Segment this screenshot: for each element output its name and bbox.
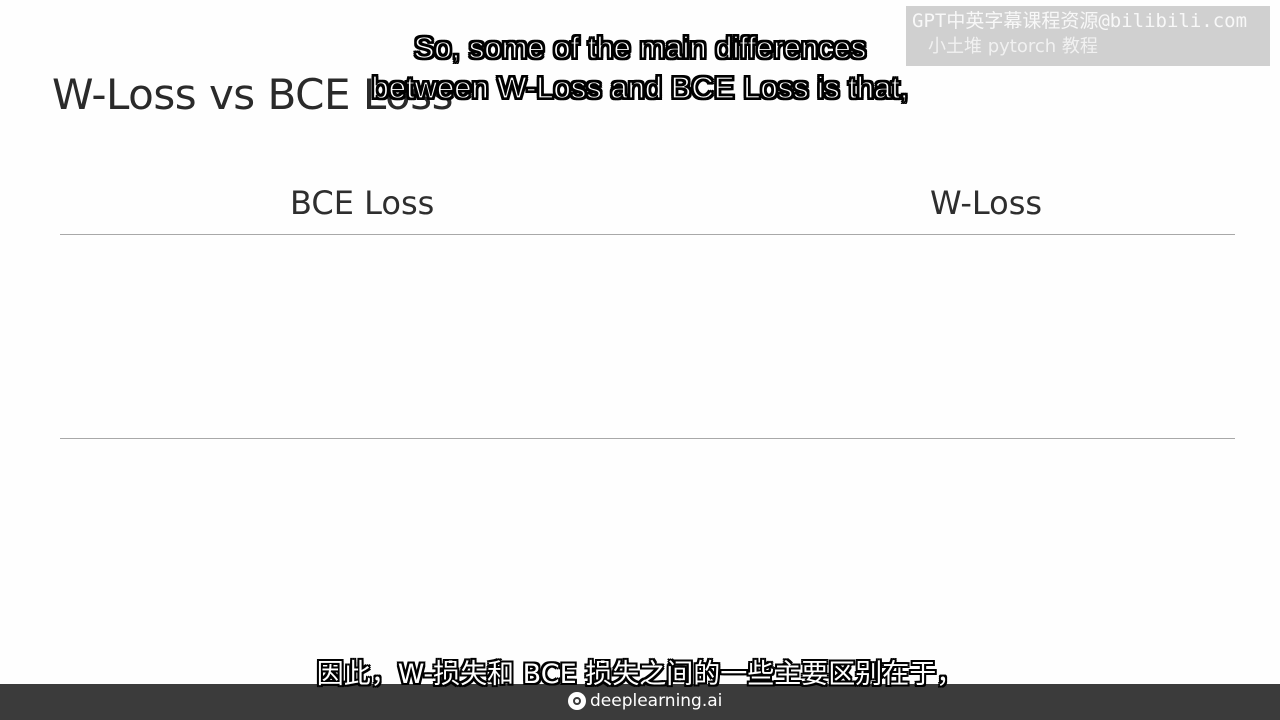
table-divider-top	[60, 234, 1235, 235]
english-subtitle-line-2: between W-Loss and BCE Loss is that,	[371, 69, 909, 105]
table-divider-bottom	[60, 438, 1235, 439]
column-header-bce-loss: BCE Loss	[290, 184, 435, 222]
column-header-w-loss: W-Loss	[930, 184, 1043, 222]
chinese-subtitle: 因此，W-损失和 BCE 损失之间的一些主要区别在于，	[316, 659, 964, 690]
english-subtitle-line-1: So, some of the main differences	[413, 29, 867, 65]
slide: W-Loss vs BCE Loss BCE Loss W-Loss	[0, 0, 1280, 720]
deeplearning-logo-icon	[568, 692, 586, 710]
english-subtitle: So, some of the main differences between…	[0, 28, 1280, 108]
